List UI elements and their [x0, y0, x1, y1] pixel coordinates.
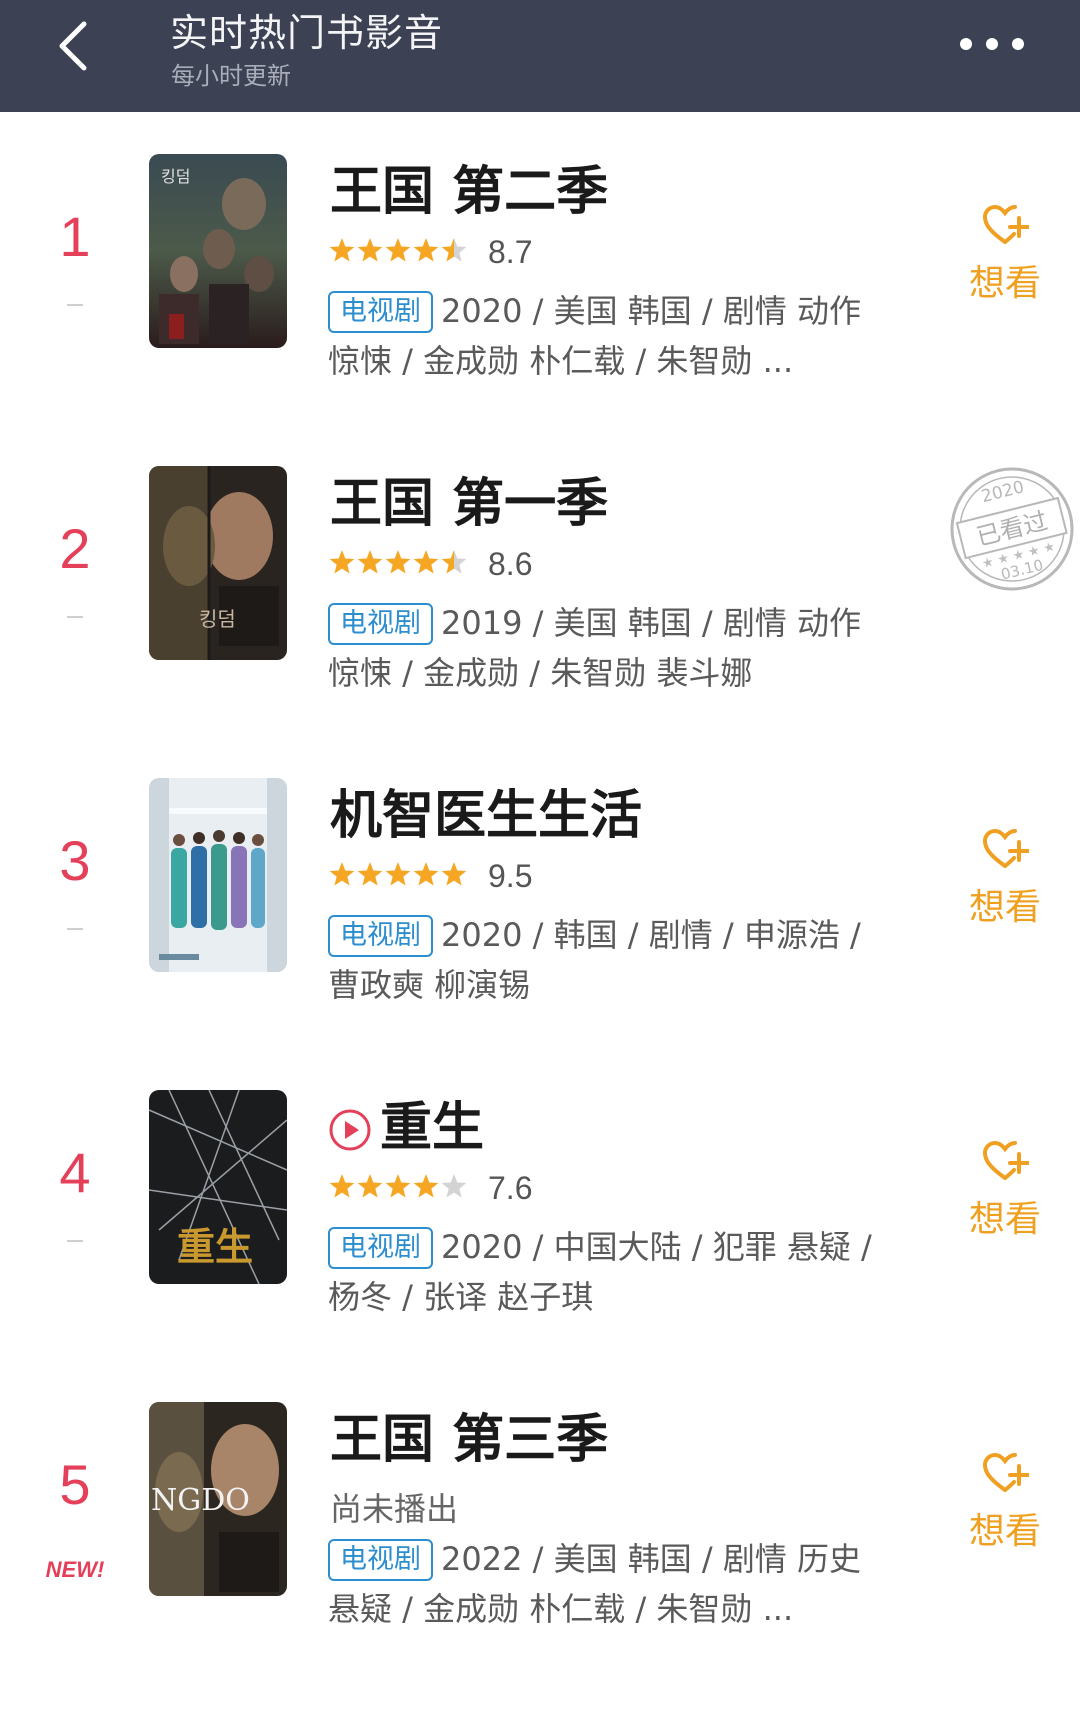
page-title: 实时热门书影音: [170, 11, 444, 55]
star-icon: [385, 237, 411, 262]
stars-icon: [329, 237, 467, 262]
list-item[interactable]: 2 킹덤 王国 第一季 8.6 电视剧 2019 / 美国 韩国 / 剧情 动作 …: [0, 424, 1080, 736]
meta-info: 电视剧 2020 / 美国 韩国 / 剧情 动作 惊悚 / 金成勋 朴仁载 / 朱…: [328, 286, 874, 386]
stars-icon: [329, 1173, 467, 1198]
type-tag: 电视剧: [328, 1539, 433, 1581]
want-to-watch-button[interactable]: 想看: [955, 828, 1055, 930]
want-to-watch-label: 想看: [968, 887, 1041, 928]
watched-stamp: 2020 已看过 ★ ★ ★ ★ ★ 03.10: [944, 462, 1080, 596]
star-icon: [357, 549, 383, 574]
more-button[interactable]: [956, 26, 1028, 62]
star-rating: [328, 548, 478, 582]
star-rating: [328, 860, 478, 894]
rating-score: 9.5: [488, 858, 533, 894]
poster-image[interactable]: 킹덤: [149, 154, 287, 348]
heart-plus-icon: [982, 828, 1029, 868]
rank-number: 3: [59, 829, 91, 892]
rating: 9.5: [328, 858, 532, 898]
star-icon: [357, 861, 383, 886]
want-to-watch-label: 想看: [968, 1511, 1041, 1552]
poster-title: NGDO: [151, 1483, 250, 1518]
heart-plus-icon: [982, 1452, 1029, 1492]
star-icon: [413, 1173, 439, 1198]
heart-plus-icon: [982, 204, 1029, 244]
star-icon: [385, 1173, 411, 1198]
rank-trend-mark: [67, 1240, 83, 1242]
star-icon: [413, 549, 439, 574]
want-to-watch-button[interactable]: 想看: [955, 1452, 1055, 1554]
list-item[interactable]: 5 NEW! NGDO 王国 第三季 尚未播出 电视剧 2022 / 美国 韩国 …: [0, 1360, 1080, 1672]
star-icon: [329, 861, 355, 886]
list-item[interactable]: 3 机智医生生活 9.5 电视剧 2020 / 韩国 / 剧情 / 申源浩 / …: [0, 736, 1080, 1048]
rating: 7.6: [328, 1170, 532, 1210]
top-bar: 实时热门书影音 每小时更新: [0, 0, 1080, 112]
rank-number: 5: [59, 1453, 91, 1516]
svg-text:킹덤: 킹덤: [199, 607, 236, 631]
star-icon: [329, 549, 355, 574]
rank-trend-mark: [67, 928, 83, 930]
meta-info: 电视剧 2020 / 韩国 / 剧情 / 申源浩 / 曹政奭 柳演锡: [328, 910, 874, 1010]
stamp-year: 2020: [979, 477, 1026, 507]
want-to-watch-button[interactable]: 想看: [955, 1140, 1055, 1242]
release-status: 尚未播出: [330, 1490, 459, 1528]
rating-score: 7.6: [488, 1170, 533, 1206]
list-item[interactable]: 1 킹덤 王国 第二季 8.7 电视剧 2020 / 美国 韩国 / 剧情 动作 …: [0, 112, 1080, 424]
title[interactable]: 重生: [380, 1098, 484, 1158]
star-icon: [357, 237, 383, 262]
more-dots-icon: [960, 38, 1024, 50]
rank-number: 2: [59, 517, 91, 580]
poster-title: 重生: [177, 1224, 253, 1269]
poster-image[interactable]: 킹덤: [149, 466, 287, 660]
title[interactable]: 机智医生生活: [330, 786, 642, 846]
star-icon: [441, 549, 467, 574]
rank-trend-mark: [67, 616, 83, 618]
title[interactable]: 王国 第二季: [330, 162, 608, 222]
want-to-watch-label: 想看: [968, 1199, 1041, 1240]
star-icon: [385, 861, 411, 886]
type-tag: 电视剧: [328, 915, 433, 957]
type-tag: 电视剧: [328, 603, 433, 645]
star-icon: [413, 861, 439, 886]
star-icon: [441, 237, 467, 262]
meta-info: 电视剧 2020 / 中国大陆 / 犯罪 悬疑 / 杨冬 / 张译 赵子琪: [328, 1222, 874, 1322]
list-item[interactable]: 4 重生 重生 7.6 电视剧 2020 / 中国大陆 / 犯罪 悬疑 / 杨冬…: [0, 1048, 1080, 1360]
meta-info: 电视剧 2022 / 美国 韩国 / 剧情 历史 悬疑 / 金成勋 朴仁载 / 朱…: [328, 1534, 874, 1634]
stars-icon: [329, 549, 467, 574]
heart-plus-icon: [982, 1140, 1029, 1180]
rank-number: 1: [59, 205, 91, 268]
star-icon: [441, 1173, 467, 1198]
star-icon: [441, 861, 467, 886]
rating-score: 8.7: [488, 234, 533, 270]
rank-number: 4: [59, 1141, 91, 1204]
back-button[interactable]: [48, 14, 108, 74]
star-icon: [329, 237, 355, 262]
title[interactable]: 王国 第一季: [330, 474, 608, 534]
want-to-watch-label: 想看: [968, 263, 1041, 304]
rating: 8.6: [328, 546, 532, 586]
star-icon: [329, 1173, 355, 1198]
chevron-left-icon: [59, 21, 87, 71]
star-icon: [413, 237, 439, 262]
rating: 8.7: [328, 234, 532, 274]
play-icon[interactable]: [328, 1108, 372, 1152]
want-to-watch-button[interactable]: 想看: [955, 204, 1055, 306]
title[interactable]: 王国 第三季: [330, 1410, 608, 1470]
type-tag: 电视剧: [328, 1227, 433, 1269]
svg-text:킹덤: 킹덤: [161, 167, 190, 186]
page-subtitle: 每小时更新: [171, 62, 291, 90]
type-tag: 电视剧: [328, 291, 433, 333]
star-rating: [328, 236, 478, 270]
rank-trend-mark: [67, 304, 83, 306]
star-rating: [328, 1172, 478, 1206]
poster-image[interactable]: 重生: [149, 1090, 287, 1284]
stars-icon: [329, 861, 467, 886]
rating-score: 8.6: [488, 546, 533, 582]
poster-image[interactable]: [149, 778, 287, 972]
meta-info: 电视剧 2019 / 美国 韩国 / 剧情 动作 惊悚 / 金成勋 / 朱智勋 裴…: [328, 598, 874, 698]
star-icon: [357, 1173, 383, 1198]
star-icon: [385, 549, 411, 574]
new-badge: NEW!: [45, 1557, 105, 1582]
poster-image[interactable]: NGDO: [149, 1402, 287, 1596]
